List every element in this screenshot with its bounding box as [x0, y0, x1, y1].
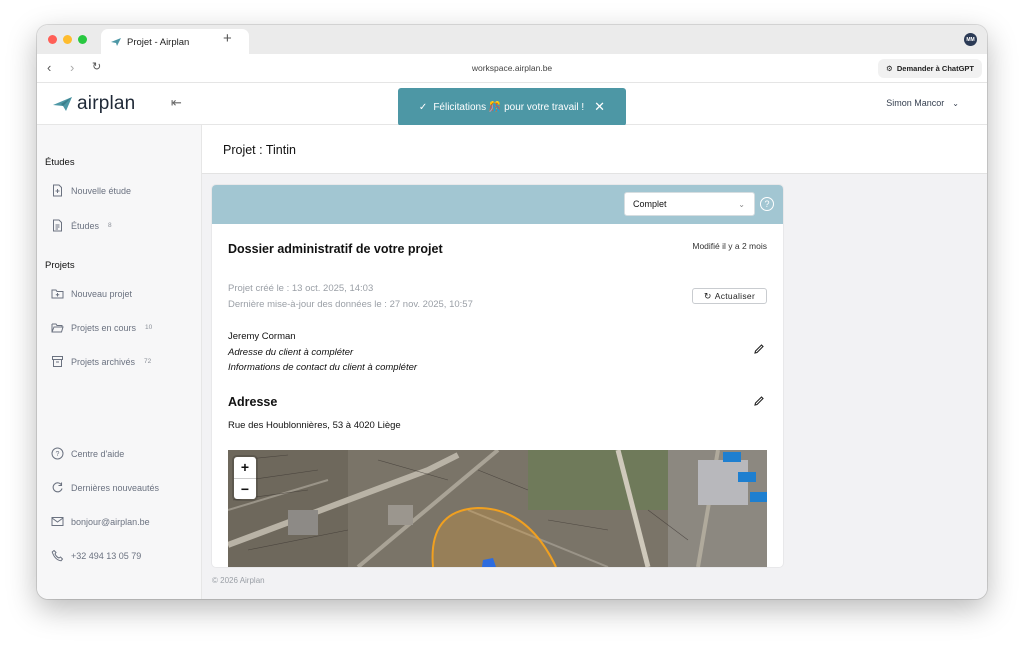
close-window-button[interactable] — [48, 35, 57, 44]
logo[interactable]: airplan — [53, 93, 135, 115]
chevron-down-icon: ⌄ — [738, 200, 745, 209]
sidebar-item-archived-projects[interactable]: Projets archivés 72 — [51, 355, 151, 368]
updated-date: Dernière mise-à-jour des données le : 27… — [228, 299, 473, 310]
toast-message: Félicitations 🎊 pour votre travail ! — [433, 101, 585, 113]
help-icon[interactable]: ? — [760, 197, 774, 211]
sidebar-item-label: bonjour@airplan.be — [71, 516, 150, 527]
chevron-down-icon: ⌄ — [952, 98, 959, 108]
maximize-window-button[interactable] — [78, 35, 87, 44]
sidebar-item-help-center[interactable]: ? Centre d'aide — [51, 447, 124, 460]
chatgpt-button[interactable]: ⚙ Demander à ChatGPT — [878, 59, 982, 78]
airplan-favicon-icon — [111, 38, 121, 46]
svg-text:?: ? — [56, 451, 60, 458]
project-card: Complet ⌄ ? Dossier administratif de vot… — [212, 185, 783, 567]
edit-client-icon[interactable] — [753, 343, 765, 355]
chatgpt-icon: ⚙ — [886, 64, 893, 73]
zoom-out-button[interactable]: − — [234, 479, 256, 500]
sidebar-item-label: Études — [71, 220, 100, 231]
refresh-button[interactable]: ↻ Actualiser — [692, 288, 767, 304]
client-name: Jeremy Corman — [228, 331, 296, 342]
main-content: Projet : Tintin Complet ⌄ ? Dossier admi… — [202, 125, 987, 599]
client-contact: Informations de contact du client à comp… — [228, 362, 418, 373]
sidebar-item-email[interactable]: bonjour@airplan.be — [51, 515, 150, 528]
open-folder-icon — [51, 323, 64, 333]
phone-icon — [51, 549, 64, 562]
sidebar-item-projects-in-progress[interactable]: Projets en cours 10 — [51, 321, 152, 334]
sidebar-item-label: Centre d'aide — [71, 448, 125, 459]
sidebar-item-new-study[interactable]: Nouvelle étude — [51, 184, 131, 197]
sidebar-item-latest-news[interactable]: Dernières nouveautés — [51, 481, 159, 494]
client-address: Adresse du client à compléter — [228, 347, 354, 358]
airplan-logo-icon — [53, 97, 72, 111]
minimize-window-button[interactable] — [63, 35, 72, 44]
sidebar-item-label: Dernières nouveautés — [71, 482, 160, 493]
tab-strip: Projet - Airplan + MM — [37, 25, 987, 55]
sidebar-item-label: Projets en cours — [71, 322, 137, 333]
studies-section-title: Études — [45, 157, 75, 168]
modified-label: Modifié il y a 2 mois — [692, 241, 767, 251]
new-document-icon — [53, 184, 62, 197]
browser-window: Projet - Airplan + MM ‹ › ↻ workspace.ai… — [37, 25, 987, 599]
page-header: Projet : Tintin — [202, 125, 987, 174]
profile-avatar[interactable]: MM — [964, 33, 977, 46]
collapse-sidebar-icon[interactable]: ⇤ — [171, 95, 182, 111]
refresh-button-label: Actualiser — [714, 291, 756, 301]
zoom-in-button[interactable]: + — [234, 457, 256, 479]
sidebar-item-new-project[interactable]: Nouveau projet — [51, 287, 132, 300]
status-select-value: Complet — [633, 199, 667, 209]
url-field[interactable]: workspace.airplan.be — [37, 63, 987, 73]
mail-icon — [51, 517, 64, 526]
projects-section-title: Projets — [45, 260, 75, 271]
count-badge: 10 — [145, 324, 153, 331]
sidebar: Études Nouvelle étude Études 8 Projets N… — [37, 125, 202, 599]
document-icon — [53, 219, 62, 232]
page-title: Projet : Tintin — [223, 143, 296, 157]
edit-address-icon[interactable] — [753, 395, 765, 407]
user-name: Simon Mancor — [886, 98, 945, 108]
address-bar: ‹ › ↻ workspace.airplan.be ⚙ Demander à … — [37, 54, 987, 83]
logo-text: airplan — [77, 93, 136, 114]
new-tab-button[interactable]: + — [223, 31, 232, 46]
app-header: airplan ⇤ ✓ Félicitations 🎊 pour votre t… — [37, 83, 987, 126]
status-select[interactable]: Complet ⌄ — [624, 192, 755, 216]
help-icon: ? — [51, 447, 64, 460]
tab-title: Projet - Airplan — [127, 36, 190, 48]
dossier-title: Dossier administratif de votre projet — [228, 242, 443, 256]
refresh-icon — [52, 482, 63, 493]
new-folder-icon — [51, 289, 64, 299]
archive-icon — [52, 356, 63, 367]
footer: © 2026 Airplan — [212, 576, 265, 585]
sidebar-item-label: Projets archivés — [71, 356, 136, 367]
sidebar-item-label: Nouveau projet — [71, 288, 133, 299]
address-line: Rue des Houblonnières, 53 à 4020 Liège — [228, 420, 401, 431]
success-toast: ✓ Félicitations 🎊 pour votre travail ! ✕ — [398, 88, 626, 126]
map-zoom-control: + − — [234, 457, 256, 499]
check-icon: ✓ — [418, 101, 428, 113]
map-tiles — [228, 450, 767, 567]
sidebar-item-label: Nouvelle étude — [71, 185, 132, 196]
refresh-icon: ↻ — [703, 290, 712, 301]
sidebar-item-studies[interactable]: Études 8 — [51, 219, 112, 232]
chatgpt-button-label: Demander à ChatGPT — [896, 64, 974, 73]
count-badge: 8 — [108, 222, 112, 229]
address-title: Adresse — [228, 395, 278, 409]
created-date: Projet créé le : 13 oct. 2025, 14:03 — [228, 283, 374, 294]
count-badge: 72 — [144, 358, 152, 365]
cadastral-map[interactable]: + − — [228, 450, 767, 567]
sidebar-item-label: +32 494 13 05 79 — [71, 550, 142, 561]
user-menu[interactable]: Simon Mancor ⌄ — [886, 98, 959, 108]
sidebar-item-phone[interactable]: +32 494 13 05 79 — [51, 549, 141, 562]
card-header-bar: Complet ⌄ ? — [212, 185, 783, 224]
close-toast-icon[interactable]: ✕ — [594, 99, 605, 115]
